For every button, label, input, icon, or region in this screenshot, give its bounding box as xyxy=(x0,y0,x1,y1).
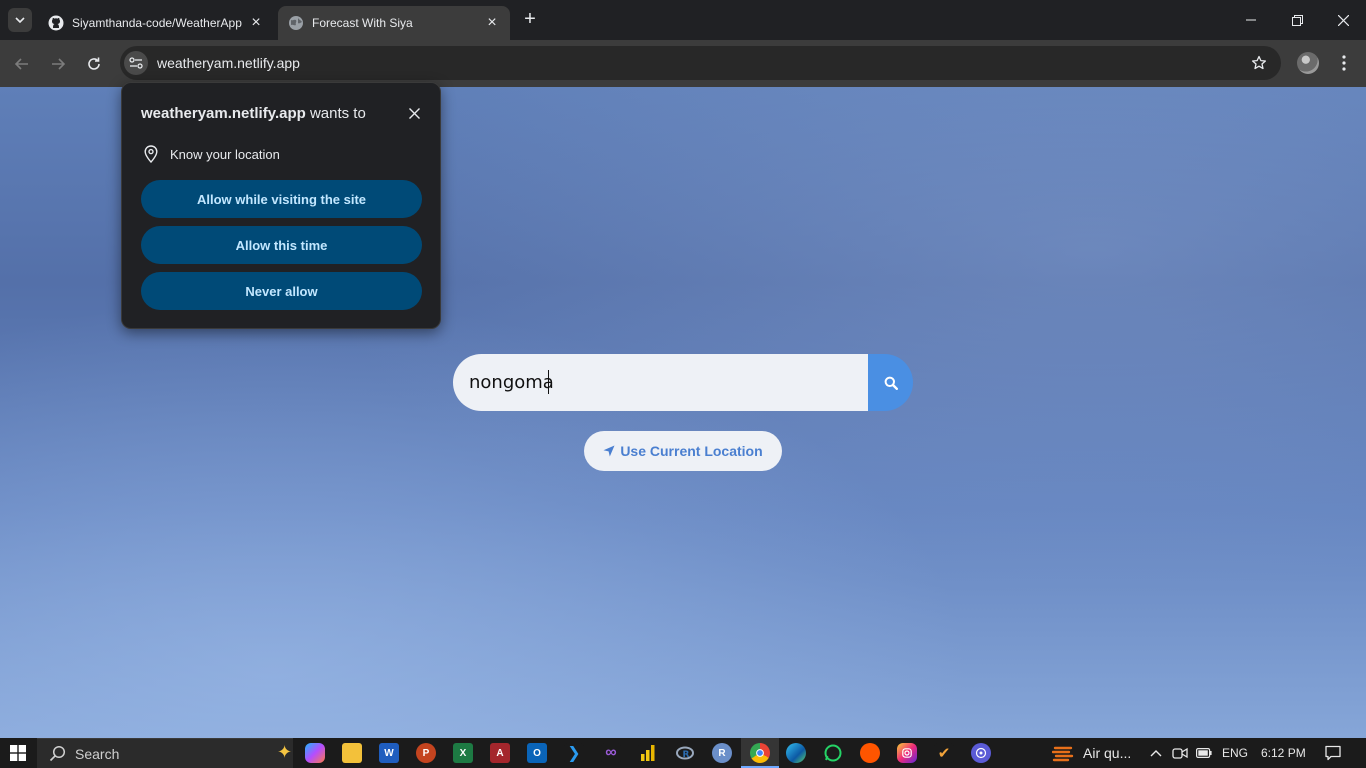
language-indicator[interactable]: ENG xyxy=(1222,746,1248,760)
vscode-icon[interactable]: ❯ xyxy=(564,743,584,763)
sparkle-icon: ✦ xyxy=(277,742,293,762)
windows-taskbar: Search ✦ W P X A O ❯ ∞ R R ✔ Air qu... E… xyxy=(0,738,1366,768)
bookmark-star-icon[interactable] xyxy=(1249,53,1269,73)
word-icon[interactable]: W xyxy=(379,743,399,763)
address-bar[interactable]: weatheryam.netlify.app xyxy=(120,46,1281,80)
search-icon xyxy=(49,745,66,767)
permission-wants-to: wants to xyxy=(309,105,366,122)
restore-icon xyxy=(1291,14,1303,26)
location-permission-popup: weatheryam.netlify.app wants to Know you… xyxy=(121,82,441,329)
tab-title: Forecast With Siya xyxy=(312,16,413,30)
site-settings-icon[interactable] xyxy=(124,51,148,75)
arrow-left-icon xyxy=(14,58,28,70)
allow-while-visiting-button[interactable]: Allow while visiting the site xyxy=(141,180,422,218)
access-icon[interactable]: A xyxy=(490,743,510,763)
taskbar-search-label: Search xyxy=(75,746,120,762)
r-studio-icon[interactable]: R xyxy=(675,743,695,763)
powerpoint-icon[interactable]: P xyxy=(416,743,436,763)
edge-icon[interactable] xyxy=(786,743,806,763)
windows-start-icon[interactable] xyxy=(10,745,26,761)
never-allow-button[interactable]: Never allow xyxy=(141,272,422,310)
new-tab-button[interactable]: + xyxy=(518,8,542,32)
restore-button[interactable] xyxy=(1274,0,1320,40)
allow-this-time-button[interactable]: Allow this time xyxy=(141,226,422,264)
tab-github[interactable]: Siyamthanda-code/WeatherApp × xyxy=(38,6,274,40)
close-tab-icon[interactable]: × xyxy=(248,15,264,31)
copilot-icon[interactable] xyxy=(305,743,325,763)
city-search-input[interactable] xyxy=(453,354,868,411)
close-popup-button[interactable] xyxy=(406,105,422,121)
close-tab-icon[interactable]: × xyxy=(484,15,500,31)
svg-text:R: R xyxy=(683,750,690,760)
camera-icon[interactable] xyxy=(1172,745,1188,761)
text-caret xyxy=(548,370,549,394)
power-bi-icon[interactable] xyxy=(638,743,658,763)
chevron-down-icon xyxy=(15,17,25,23)
reload-button[interactable] xyxy=(82,52,106,76)
taskbar-search[interactable]: Search ✦ xyxy=(37,738,293,768)
more-menu-icon[interactable] xyxy=(1334,52,1354,74)
permission-request: Know your location xyxy=(144,145,280,163)
whatsapp-icon[interactable] xyxy=(823,743,843,763)
air-quality-label[interactable]: Air qu... xyxy=(1083,745,1131,761)
air-quality-icon[interactable] xyxy=(1052,743,1074,765)
arrow-right-icon xyxy=(52,58,66,70)
tab-search-button[interactable] xyxy=(8,8,32,32)
browser-toolbar: weatheryam.netlify.app xyxy=(0,40,1366,87)
minimize-icon xyxy=(1246,19,1256,21)
location-pin-icon xyxy=(144,145,160,163)
clock-time[interactable]: 6:12 PM xyxy=(1261,746,1306,760)
todo-check-icon[interactable]: ✔ xyxy=(934,743,954,763)
forward-button[interactable] xyxy=(46,52,70,76)
instagram-icon[interactable] xyxy=(897,743,917,763)
tab-strip: Siyamthanda-code/WeatherApp × Forecast W… xyxy=(0,0,1366,40)
reload-icon xyxy=(88,57,100,70)
close-icon xyxy=(1337,14,1349,26)
soundcloud-icon[interactable] xyxy=(860,743,880,763)
profile-avatar[interactable] xyxy=(1297,52,1319,74)
close-window-button[interactable] xyxy=(1320,0,1366,40)
back-button[interactable] xyxy=(10,52,34,76)
excel-icon[interactable]: X xyxy=(453,743,473,763)
notifications-icon[interactable] xyxy=(1325,745,1341,761)
close-icon xyxy=(408,107,420,119)
city-search xyxy=(453,354,913,411)
permission-title: weatheryam.netlify.app wants to xyxy=(141,105,366,122)
file-explorer-icon[interactable] xyxy=(342,743,362,763)
use-current-location-label: Use Current Location xyxy=(620,443,763,459)
search-button[interactable] xyxy=(868,354,913,411)
url-text[interactable]: weatheryam.netlify.app xyxy=(157,55,300,71)
visual-studio-icon[interactable]: ∞ xyxy=(601,743,621,763)
location-arrow-icon xyxy=(603,445,615,457)
minimize-button[interactable] xyxy=(1228,0,1274,40)
chevron-up-icon[interactable] xyxy=(1148,745,1164,761)
search-icon xyxy=(884,376,898,390)
use-current-location-button[interactable]: Use Current Location xyxy=(584,431,782,471)
permission-request-label: Know your location xyxy=(170,146,280,162)
permission-site: weatheryam.netlify.app xyxy=(141,105,306,122)
github-icon xyxy=(48,15,64,31)
chrome-icon[interactable] xyxy=(750,743,770,763)
app-badge-icon[interactable] xyxy=(971,743,991,763)
outlook-icon[interactable]: O xyxy=(527,743,547,763)
tab-title: Siyamthanda-code/WeatherApp xyxy=(72,16,242,30)
r-console-icon[interactable]: R xyxy=(712,743,732,763)
tab-forecast[interactable]: Forecast With Siya × xyxy=(278,6,510,40)
battery-icon[interactable] xyxy=(1196,745,1212,761)
globe-icon xyxy=(288,15,304,31)
